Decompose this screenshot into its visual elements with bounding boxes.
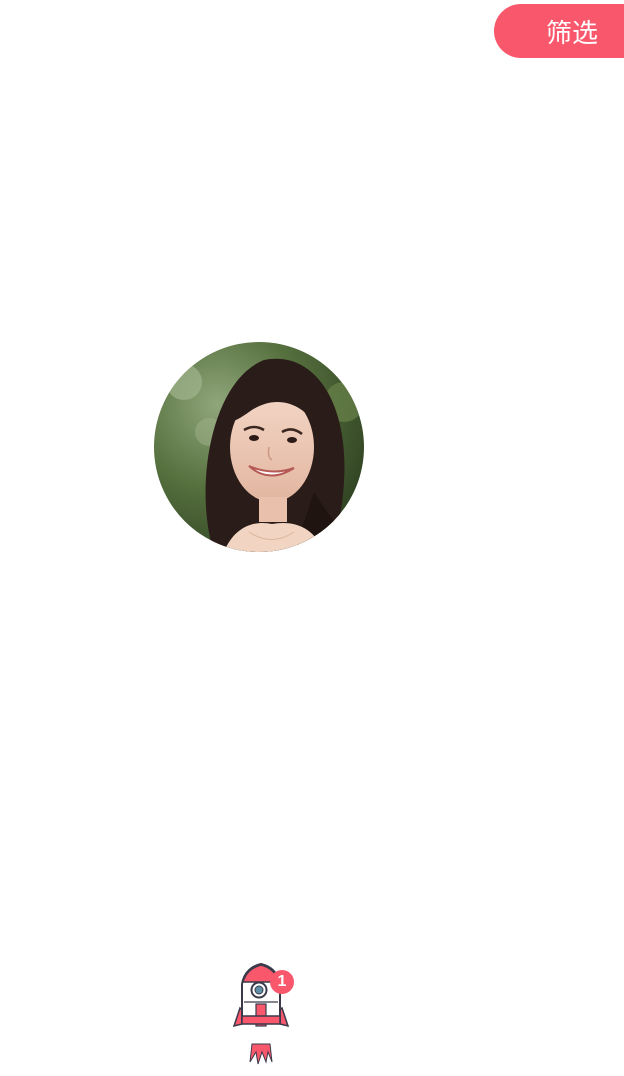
screen: 筛选 1: [0, 0, 624, 1076]
avatar-photo: [154, 342, 364, 552]
filter-button-label: 筛选: [545, 18, 598, 49]
profile-avatar[interactable]: [154, 342, 364, 552]
boost-button[interactable]: 1: [226, 960, 302, 1066]
filter-button[interactable]: 筛选: [494, 4, 624, 58]
boost-count-badge: 1: [270, 970, 294, 994]
